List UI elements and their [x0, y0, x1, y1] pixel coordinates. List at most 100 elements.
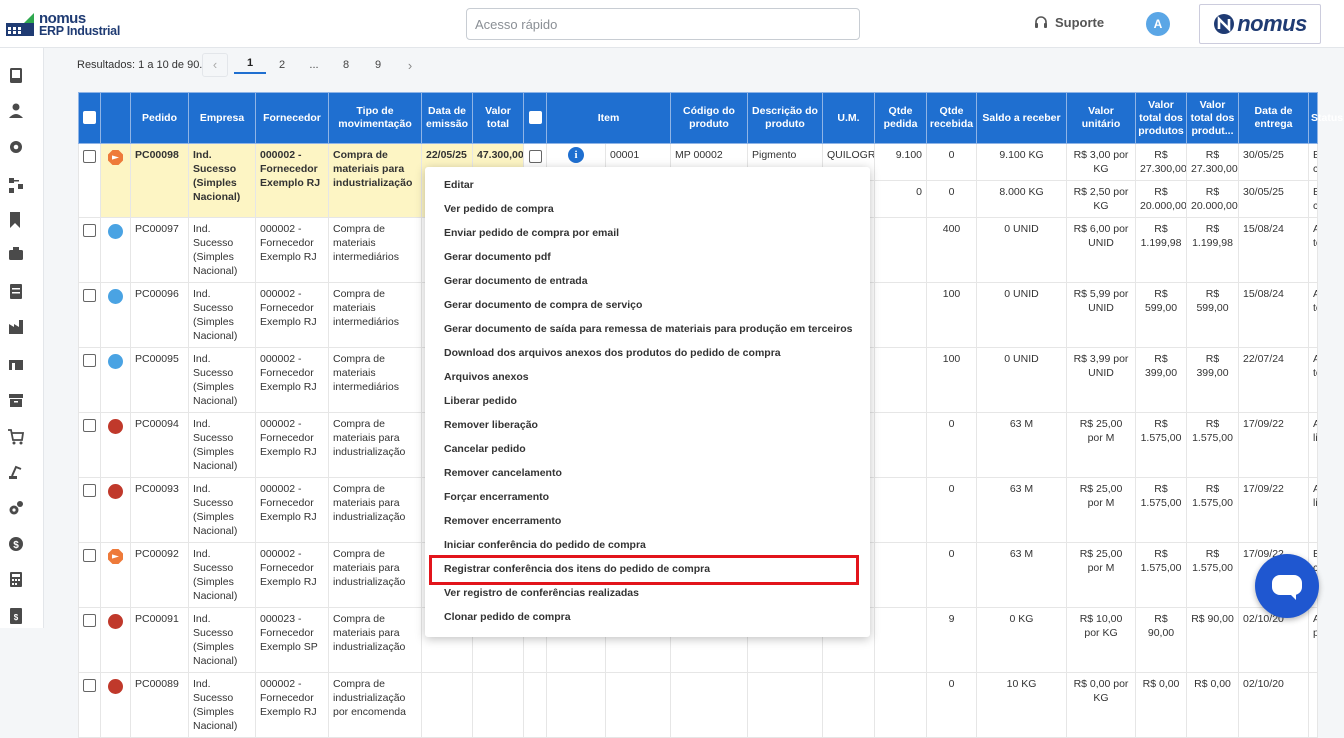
- warehouse-icon[interactable]: [9, 360, 23, 370]
- menu-item-ver-registro-conferencias[interactable]: Ver registro de conferências realizadas: [444, 587, 639, 599]
- user-icon[interactable]: [9, 103, 23, 119]
- pedido-cell[interactable]: PC00095: [130, 347, 189, 413]
- row-checkbox[interactable]: [83, 419, 96, 432]
- header-um[interactable]: U.M.: [822, 92, 875, 144]
- archive-icon[interactable]: [9, 394, 23, 407]
- chat-button[interactable]: [1255, 554, 1319, 618]
- page-9-link[interactable]: 9: [362, 59, 394, 71]
- menu-item-iniciar-conferencia[interactable]: Iniciar conferência do pedido de compra: [444, 539, 646, 551]
- quick-access-input[interactable]: [466, 8, 860, 40]
- header-item[interactable]: Item: [546, 92, 671, 144]
- pedido-cell[interactable]: PC00097: [130, 217, 189, 283]
- item-checkbox[interactable]: [528, 150, 542, 163]
- calculator-icon[interactable]: [10, 572, 22, 587]
- cart-icon[interactable]: [8, 429, 25, 445]
- select-items-header[interactable]: [523, 92, 547, 144]
- row-select-cell[interactable]: [78, 143, 101, 218]
- header-valor-total-produtos[interactable]: Valor total dos produtos: [1135, 92, 1187, 144]
- row-select-cell[interactable]: [78, 607, 101, 673]
- row-checkbox[interactable]: [83, 224, 96, 237]
- row-checkbox[interactable]: [83, 549, 96, 562]
- menu-item-download-anexos[interactable]: Download dos arquivos anexos dos produto…: [444, 347, 781, 359]
- next-page-button[interactable]: ›: [394, 58, 426, 73]
- row-checkbox[interactable]: [83, 614, 96, 627]
- select-all-header[interactable]: [78, 92, 101, 144]
- menu-item-arquivos-anexos[interactable]: Arquivos anexos: [444, 371, 529, 383]
- table-row[interactable]: PC00089 Ind. Sucesso (Simples Nacional) 00…: [78, 672, 1318, 738]
- row-select-cell[interactable]: [78, 477, 101, 543]
- header-data-entrega[interactable]: Data de entrega: [1238, 92, 1309, 144]
- page-1-link[interactable]: 1: [234, 57, 266, 74]
- briefcase-icon[interactable]: [9, 247, 23, 260]
- pedido-cell[interactable]: PC00091: [130, 607, 189, 673]
- menu-item-gerar-entrada[interactable]: Gerar documento de entrada: [444, 275, 588, 287]
- menu-item-clonar-pedido[interactable]: Clonar pedido de compra: [444, 611, 571, 623]
- row-checkbox[interactable]: [83, 354, 96, 367]
- header-valor-total[interactable]: Valor total: [472, 92, 524, 144]
- pedido-cell[interactable]: PC00098: [130, 143, 189, 218]
- header-data-emissao[interactable]: Data de emissão: [421, 92, 473, 144]
- previous-page-button[interactable]: ‹: [202, 53, 228, 77]
- menu-item-gerar-pdf[interactable]: Gerar documento pdf: [444, 251, 551, 263]
- support-link[interactable]: Suporte: [1034, 15, 1104, 30]
- header-descricao-produto[interactable]: Descrição do produto: [747, 92, 823, 144]
- pedido-cell[interactable]: PC00093: [130, 477, 189, 543]
- book-icon[interactable]: [10, 68, 22, 83]
- bookmark-check-icon[interactable]: [10, 212, 20, 228]
- row-checkbox[interactable]: [83, 484, 96, 497]
- header-pedido[interactable]: Pedido: [130, 92, 189, 144]
- gears-icon[interactable]: [9, 501, 24, 515]
- document-icon[interactable]: [10, 284, 22, 299]
- header-empresa[interactable]: Empresa: [188, 92, 256, 144]
- menu-item-remover-cancelamento[interactable]: Remover cancelamento: [444, 467, 562, 479]
- pedido-cell[interactable]: PC00092: [130, 542, 189, 608]
- row-checkbox[interactable]: [83, 289, 96, 302]
- pedido-cell[interactable]: PC00096: [130, 282, 189, 348]
- menu-item-forcar-encerramento[interactable]: Forçar encerramento: [444, 491, 549, 503]
- header-codigo-produto[interactable]: Código do produto: [670, 92, 748, 144]
- pedido-cell[interactable]: PC00094: [130, 412, 189, 478]
- row-checkbox[interactable]: [83, 150, 96, 163]
- menu-item-remover-liberacao[interactable]: Remover liberação: [444, 419, 538, 431]
- page-8-link[interactable]: 8: [330, 59, 362, 71]
- header-saldo-receber[interactable]: Saldo a receber: [976, 92, 1067, 144]
- dollar-icon[interactable]: $: [9, 537, 23, 551]
- menu-item-gerar-remessa[interactable]: Gerar documento de saída para remessa de…: [444, 323, 853, 335]
- menu-item-liberar[interactable]: Liberar pedido: [444, 395, 517, 407]
- menu-item-enviar-email[interactable]: Enviar pedido de compra por email: [444, 227, 619, 239]
- select-all-items-checkbox[interactable]: [528, 110, 542, 124]
- row-checkbox[interactable]: [83, 679, 96, 692]
- row-select-cell[interactable]: [78, 672, 101, 738]
- info-icon[interactable]: i: [568, 147, 584, 163]
- menu-item-editar[interactable]: Editar: [444, 179, 474, 191]
- header-fornecedor[interactable]: Fornecedor: [255, 92, 329, 144]
- menu-item-registrar-conferencia[interactable]: Registrar conferência dos itens do pedid…: [444, 563, 710, 575]
- headset-icon: [1035, 15, 1047, 28]
- row-select-cell[interactable]: [78, 347, 101, 413]
- status-icon-cell: [100, 542, 131, 608]
- row-select-cell[interactable]: [78, 542, 101, 608]
- flow-icon[interactable]: [9, 178, 23, 193]
- avatar[interactable]: A: [1146, 12, 1170, 36]
- menu-item-cancelar[interactable]: Cancelar pedido: [444, 443, 526, 455]
- nomus-erp-logo[interactable]: nomus ERP Industrial: [6, 9, 126, 41]
- header-qtde-recebida[interactable]: Qtde recebida: [926, 92, 977, 144]
- gear-icon[interactable]: [10, 141, 22, 153]
- header-tipo-movimentacao[interactable]: Tipo de movimentação: [328, 92, 422, 144]
- robot-arm-icon[interactable]: [9, 465, 22, 479]
- menu-item-ver-pedido[interactable]: Ver pedido de compra: [444, 203, 554, 215]
- menu-item-gerar-compra-servico[interactable]: Gerar documento de compra de serviço: [444, 299, 642, 311]
- invoice-icon[interactable]: $: [10, 608, 22, 624]
- header-qtde-pedida[interactable]: Qtde pedida: [874, 92, 927, 144]
- header-valor-unitario[interactable]: Valor unitário: [1066, 92, 1136, 144]
- page-2-link[interactable]: 2: [266, 59, 298, 71]
- header-valor-total-produt[interactable]: Valor total dos produt...: [1186, 92, 1239, 144]
- menu-item-remover-encerramento[interactable]: Remover encerramento: [444, 515, 561, 527]
- row-select-cell[interactable]: [78, 412, 101, 478]
- row-select-cell[interactable]: [78, 282, 101, 348]
- row-select-cell[interactable]: [78, 217, 101, 283]
- select-all-checkbox[interactable]: [83, 110, 96, 124]
- header-status[interactable]: Status: [1308, 92, 1343, 144]
- pedido-cell[interactable]: PC00089: [130, 672, 189, 738]
- factory-icon[interactable]: [9, 320, 23, 334]
